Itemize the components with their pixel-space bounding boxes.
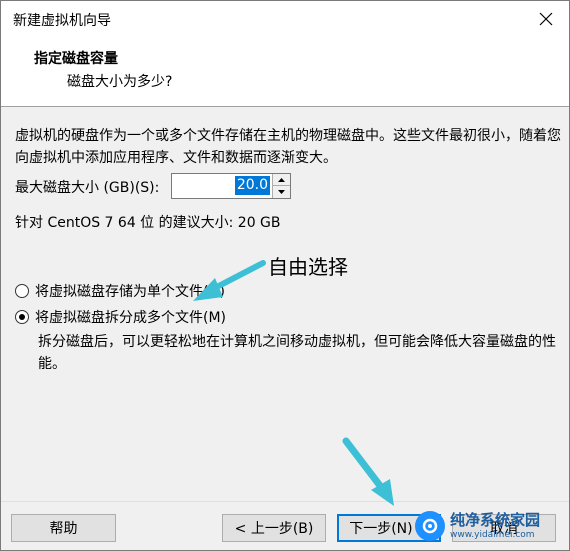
annotation-text: 自由选择: [268, 255, 348, 279]
recommended-size: 针对 CentOS 7 64 位 的建议大小: 20 GB: [15, 215, 281, 231]
radio-button[interactable]: [15, 284, 29, 298]
wizard-window: 新建虚拟机向导 指定磁盘容量 磁盘大小为多少? 虚拟机的硬盘作为一个或多个文件存…: [0, 0, 570, 551]
close-button[interactable]: [523, 1, 569, 37]
title-bar: 新建虚拟机向导: [1, 1, 569, 37]
radio-label-single-file: 将虚拟磁盘存储为单个文件(O): [35, 284, 225, 300]
arrow-to-next-button: [342, 437, 394, 506]
triangle-down-icon: [278, 190, 285, 194]
watermark-logo-icon: [415, 511, 445, 541]
stepper-up-button[interactable]: [273, 174, 290, 186]
window-title: 新建虚拟机向导: [13, 13, 111, 29]
close-icon: [539, 12, 553, 26]
stepper-down-button[interactable]: [273, 186, 290, 198]
triangle-up-icon: [278, 177, 285, 182]
radio-button-checked[interactable]: [15, 310, 29, 324]
help-button[interactable]: 帮助: [11, 514, 116, 542]
radio-single-file[interactable]: 将虚拟磁盘存储为单个文件(O): [15, 281, 225, 301]
max-size-label: 最大磁盘大小 (GB)(S):: [15, 180, 160, 196]
max-size-value[interactable]: 20.0: [234, 176, 270, 195]
page-title: 指定磁盘容量: [34, 51, 118, 67]
split-help-text: 拆分磁盘后，可以更轻松地在计算机之间移动虚拟机，但可能会降低大容量磁盘的性能。: [38, 334, 556, 372]
radio-label-split-files: 将虚拟磁盘拆分成多个文件(M): [35, 310, 227, 326]
watermark-name: 纯净系统家园: [450, 511, 541, 529]
radio-split-files[interactable]: 将虚拟磁盘拆分成多个文件(M): [15, 307, 226, 327]
wizard-header: 指定磁盘容量 磁盘大小为多少?: [1, 37, 569, 107]
max-size-stepper[interactable]: 20.0: [171, 173, 291, 199]
disk-description: 虚拟机的硬盘作为一个或多个文件存储在主机的物理磁盘中。这些文件最初很小，随着您向…: [15, 128, 561, 166]
watermark-url: www.yidaimei.com: [450, 530, 535, 540]
stepper-buttons: [272, 174, 290, 198]
page-subtitle: 磁盘大小为多少?: [67, 74, 173, 90]
watermark: 纯净系统家园 www.yidaimei.com: [415, 506, 565, 546]
back-button[interactable]: < 上一步(B): [222, 514, 326, 542]
